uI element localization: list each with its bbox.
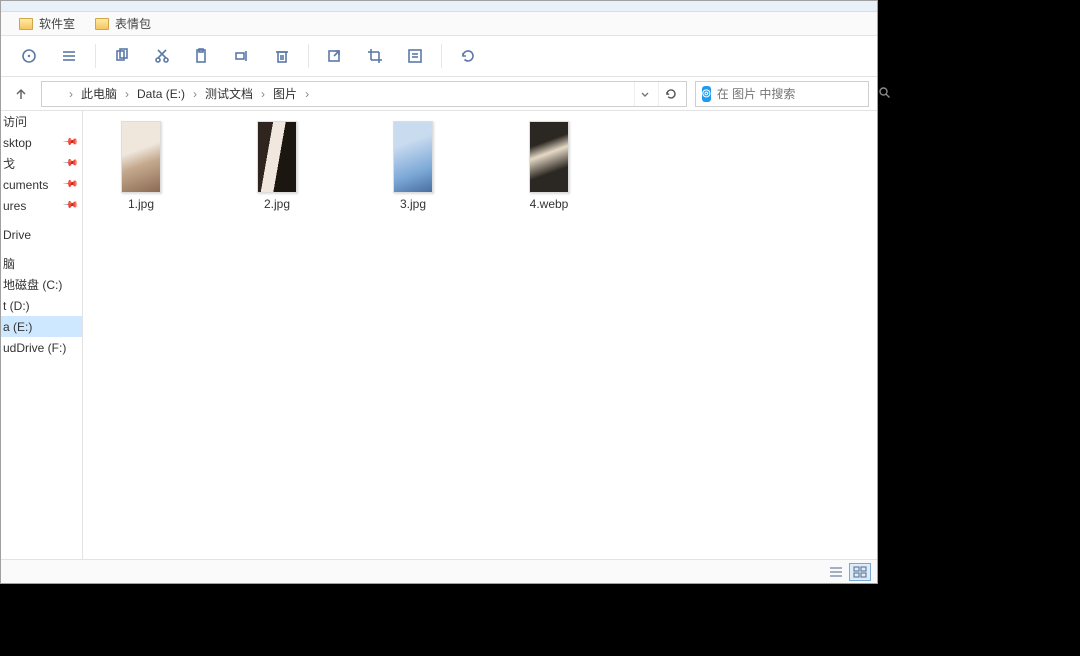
sidebar-item-drive-d[interactable]: t (D:): [1, 295, 82, 316]
delete-button[interactable]: [264, 40, 300, 72]
sidebar-item-thispc[interactable]: 脑: [1, 253, 82, 274]
pin-icon: 📌: [61, 134, 78, 151]
pin-icon: 📌: [61, 176, 78, 193]
toolbar: [1, 36, 877, 77]
sidebar-label: 访问: [3, 113, 27, 130]
file-item[interactable]: 1.jpg: [103, 121, 179, 211]
pin-icon: 📌: [61, 197, 78, 214]
thumbnail-icon: [121, 121, 161, 193]
sidebar-item-desktop[interactable]: sktop 📌: [1, 132, 82, 153]
rename-button[interactable]: [224, 40, 260, 72]
refresh-button[interactable]: [450, 40, 486, 72]
sidebar-item-drive[interactable]: Drive: [1, 224, 82, 245]
thumbnail-icon: [529, 121, 569, 193]
sidebar-label: 地磁盘 (C:): [3, 276, 62, 293]
file-name: 1.jpg: [128, 197, 154, 211]
chevron-right-icon: ›: [260, 87, 266, 101]
sidebar-item-drive-c[interactable]: 地磁盘 (C:): [1, 274, 82, 295]
file-grid: 1.jpg 2.jpg 3.jpg 4.webp: [103, 121, 857, 211]
body: 访问 sktop📌 戈📌 cuments📌 ures📌 Drive 脑 地磁盘 …: [1, 111, 877, 559]
separator: [308, 44, 309, 68]
view-thumbnails-button[interactable]: [849, 563, 871, 581]
sidebar-label: udDrive (F:): [3, 341, 66, 355]
file-name: 3.jpg: [400, 197, 426, 211]
breadcrumb[interactable]: › 此电脑 › Data (E:) › 测试文档 › 图片 ›: [41, 81, 687, 107]
sidebar-label: cuments: [3, 178, 48, 192]
titlebar-peek: [1, 1, 877, 12]
folder-icon: [48, 87, 64, 100]
breadcrumb-item[interactable]: 图片: [270, 85, 300, 102]
folder-icon: [95, 18, 109, 30]
file-item[interactable]: 2.jpg: [239, 121, 315, 211]
chevron-right-icon: ›: [192, 87, 198, 101]
search-provider-icon: ◎: [702, 86, 711, 102]
chevron-right-icon: ›: [124, 87, 130, 101]
refresh-icon[interactable]: [658, 82, 682, 106]
breadcrumb-item[interactable]: Data (E:): [134, 87, 188, 101]
file-item[interactable]: 4.webp: [511, 121, 587, 211]
separator: [95, 44, 96, 68]
sidebar-label: 戈: [3, 155, 15, 172]
sidebar-label: 脑: [3, 255, 15, 272]
folder-icon: [19, 18, 33, 30]
sidebar-item-drive-e[interactable]: a (E:): [1, 316, 82, 337]
properties-button[interactable]: [397, 40, 433, 72]
crop-button[interactable]: [357, 40, 393, 72]
bookmark-label: 表情包: [115, 15, 151, 32]
explorer-window: 软件室 表情包: [0, 0, 878, 584]
sidebar-label: sktop: [3, 136, 32, 150]
search-box[interactable]: ◎: [695, 81, 869, 107]
pin-icon: 📌: [61, 155, 78, 172]
sidebar-item-downloads[interactable]: 戈📌: [1, 153, 82, 174]
search-input[interactable]: [717, 87, 872, 101]
bookmark-label: 软件室: [39, 15, 75, 32]
sidebar: 访问 sktop📌 戈📌 cuments📌 ures📌 Drive 脑 地磁盘 …: [1, 111, 83, 559]
thumbnail-icon: [257, 121, 297, 193]
bookmark-item[interactable]: 软件室: [19, 15, 75, 32]
view-options-button[interactable]: [51, 40, 87, 72]
thumbnail-icon: [393, 121, 433, 193]
view-details-button[interactable]: [825, 563, 847, 581]
cut-button[interactable]: [144, 40, 180, 72]
paste-button[interactable]: [184, 40, 220, 72]
file-item[interactable]: 3.jpg: [375, 121, 451, 211]
file-name: 2.jpg: [264, 197, 290, 211]
status-bar: [1, 559, 877, 583]
sidebar-label: Drive: [3, 228, 31, 242]
copy-button[interactable]: [104, 40, 140, 72]
chevron-right-icon: ›: [304, 87, 310, 101]
sidebar-item-documents[interactable]: cuments 📌: [1, 174, 82, 195]
nav-row: › 此电脑 › Data (E:) › 测试文档 › 图片 › ◎: [1, 77, 877, 111]
chevron-right-icon: ›: [68, 87, 74, 101]
newwindow-button[interactable]: [317, 40, 353, 72]
sidebar-label: a (E:): [3, 320, 32, 334]
sidebar-item-pictures[interactable]: ures 📌: [1, 195, 82, 216]
breadcrumb-item[interactable]: 测试文档: [202, 85, 256, 102]
up-button[interactable]: [9, 82, 33, 106]
history-button[interactable]: [11, 40, 47, 72]
sidebar-quickaccess[interactable]: 访问: [1, 111, 82, 132]
sidebar-item-drive-f[interactable]: udDrive (F:): [1, 337, 82, 358]
breadcrumb-item[interactable]: 此电脑: [78, 85, 120, 102]
search-icon[interactable]: [878, 86, 891, 102]
bookmarks-bar: 软件室 表情包: [1, 12, 877, 36]
sidebar-label: t (D:): [3, 299, 30, 313]
content-pane[interactable]: 1.jpg 2.jpg 3.jpg 4.webp: [83, 111, 877, 559]
file-name: 4.webp: [530, 197, 569, 211]
breadcrumb-dropdown[interactable]: [634, 82, 654, 106]
sidebar-label: ures: [3, 199, 26, 213]
bookmark-item[interactable]: 表情包: [95, 15, 151, 32]
separator: [441, 44, 442, 68]
